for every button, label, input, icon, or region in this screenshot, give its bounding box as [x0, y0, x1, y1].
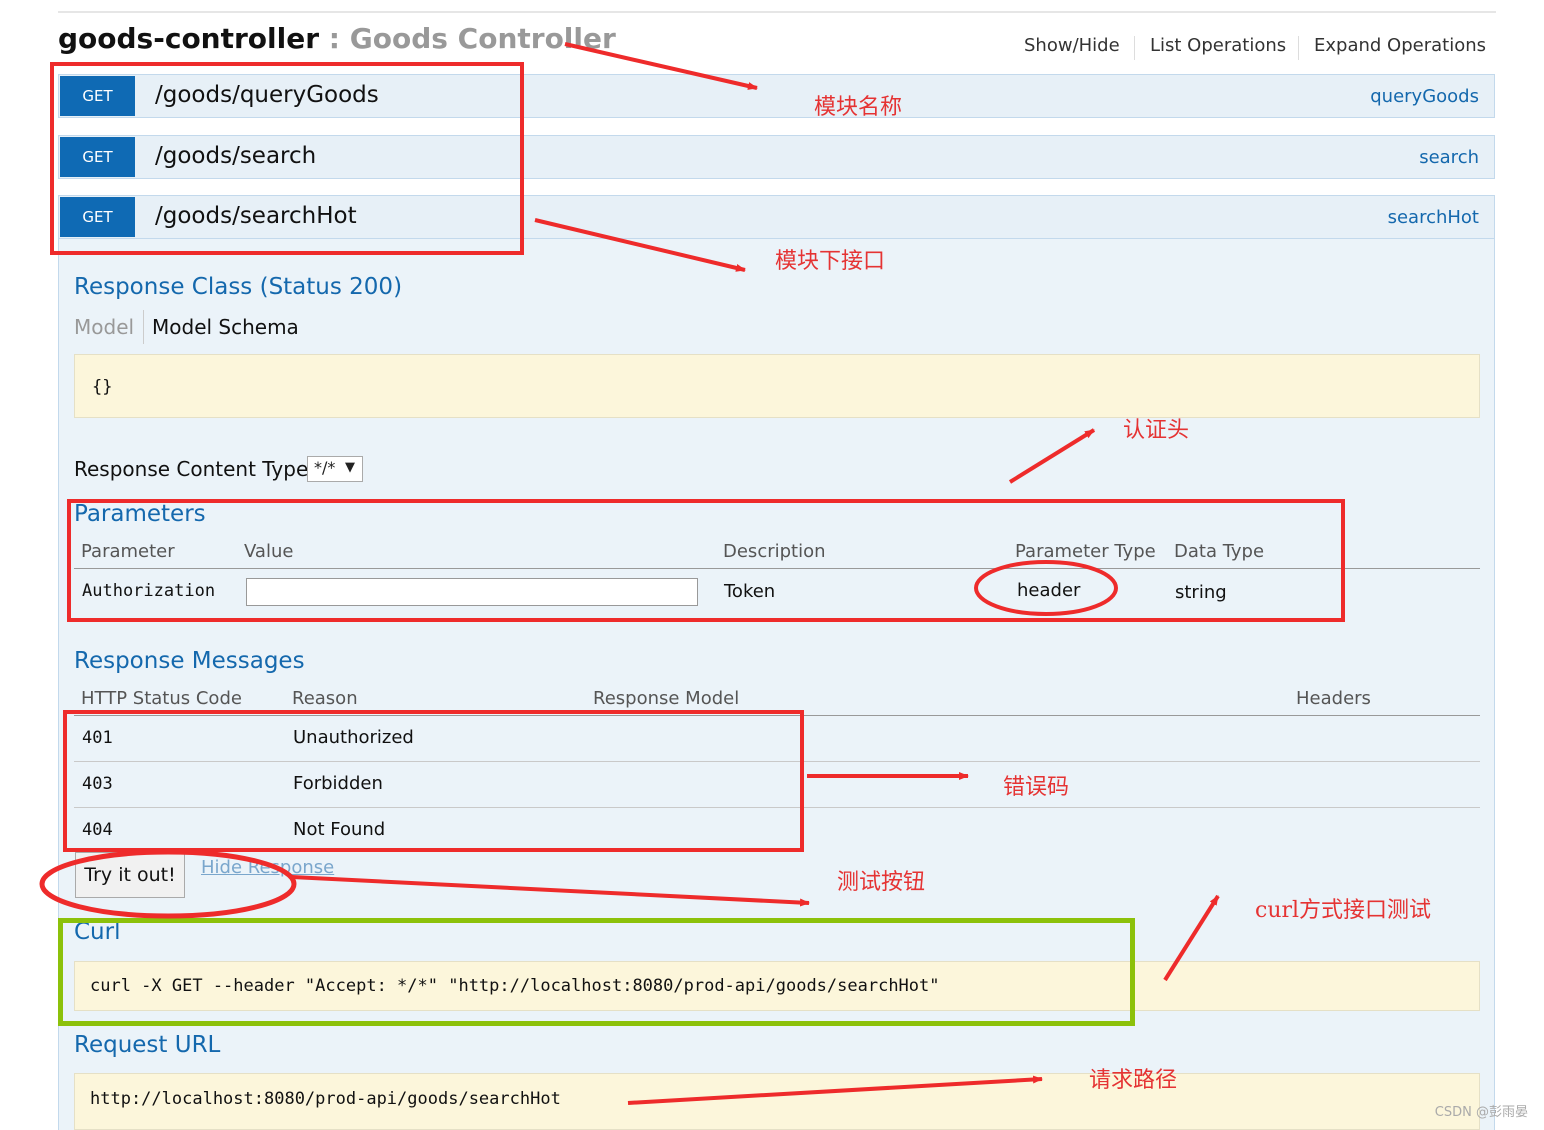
annotation-ellipse-try-button: [39, 849, 297, 919]
arrow-auth-header: [1008, 428, 1096, 484]
annotation-auth-header: 认证头: [1123, 418, 1190, 443]
annotation-ellipse-header: [974, 560, 1118, 616]
arrow-module-apis: [534, 218, 746, 272]
arrow-request-path: [627, 1075, 1043, 1105]
watermark: CSDN @彭雨晏: [1434, 1105, 1528, 1120]
arrow-curl-test: [1163, 894, 1220, 982]
annotation-test-button: 测试按钮: [837, 870, 926, 895]
annotation-module-name: 模块名称: [814, 95, 903, 120]
annotation-curl-test: curl方式接口测试: [1255, 898, 1432, 923]
arrow-test-button: [291, 875, 810, 907]
annotation-overlay: [39, 42, 1220, 1105]
annotation-module-apis: 模块下接口: [775, 249, 886, 274]
arrow-module-name: [564, 42, 758, 90]
annotation-request-path: 请求路径: [1089, 1068, 1178, 1093]
annotation-error-codes: 错误码: [1003, 775, 1070, 800]
